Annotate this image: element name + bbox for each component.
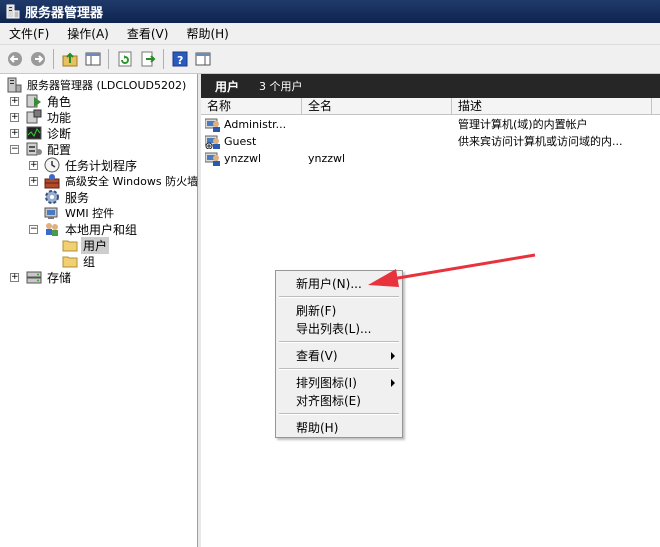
red-annotation-arrow-icon	[368, 253, 536, 287]
